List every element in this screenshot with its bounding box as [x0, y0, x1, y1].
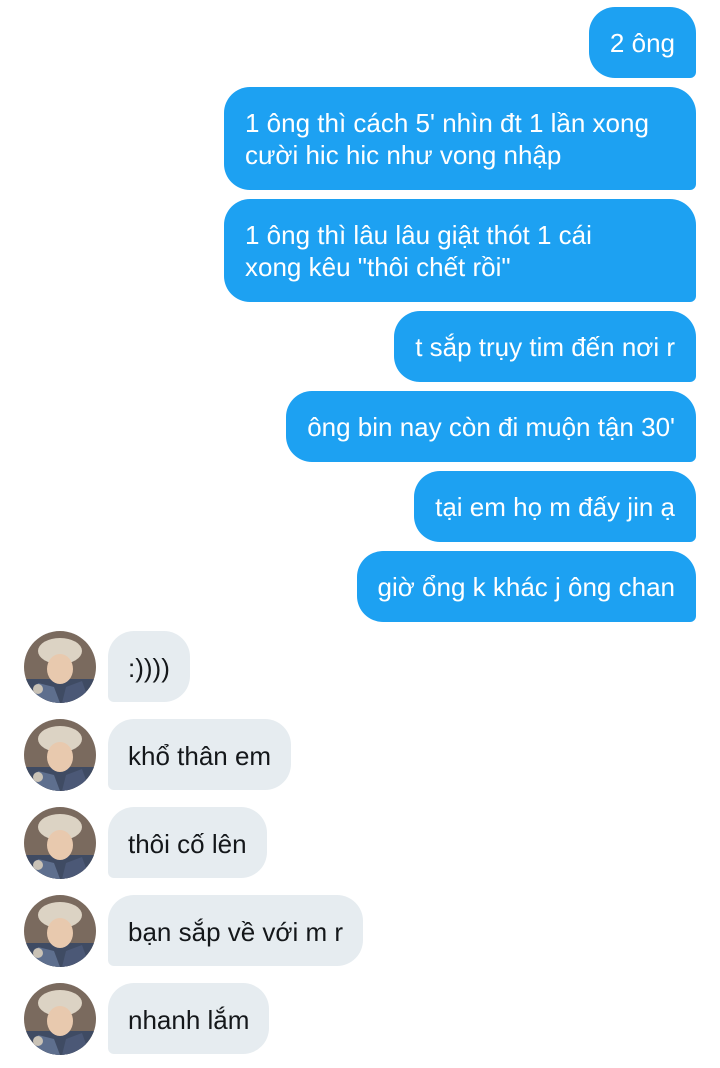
sent-message[interactable]: 1 ông thì lâu lâu giật thót 1 cái xong k…: [224, 199, 696, 302]
contact-avatar[interactable]: [24, 983, 96, 1055]
sent-message[interactable]: 1 ông thì cách 5' nhìn đt 1 lần xong cườ…: [224, 87, 696, 190]
sent-message[interactable]: tại em họ m đấy jin ạ: [414, 471, 696, 542]
contact-avatar[interactable]: [24, 631, 96, 703]
sent-message[interactable]: t sắp trụy tim đến nơi r: [394, 311, 696, 382]
received-message[interactable]: bạn sắp về với m r: [108, 895, 364, 966]
avatar-image: [24, 807, 96, 879]
received-message[interactable]: khổ thân em: [108, 719, 292, 790]
sent-message[interactable]: giờ ổng k khác j ông chan: [356, 551, 696, 622]
contact-avatar[interactable]: [24, 895, 96, 967]
sent-message[interactable]: ông bin nay còn đi muộn tận 30': [286, 391, 696, 462]
contact-avatar[interactable]: [24, 807, 96, 879]
message-thread: 2 ông 1 ông thì cách 5' nhìn đt 1 lần xo…: [0, 0, 720, 1068]
contact-avatar[interactable]: [24, 719, 96, 791]
avatar-image: [24, 631, 96, 703]
avatar-image: [24, 895, 96, 967]
received-message[interactable]: thôi cố lên: [108, 807, 267, 878]
sent-message[interactable]: 2 ông: [588, 7, 696, 78]
received-message[interactable]: nhanh lắm: [108, 983, 270, 1054]
avatar-image: [24, 719, 96, 791]
avatar-image: [24, 983, 96, 1055]
received-message[interactable]: :)))): [108, 631, 190, 702]
